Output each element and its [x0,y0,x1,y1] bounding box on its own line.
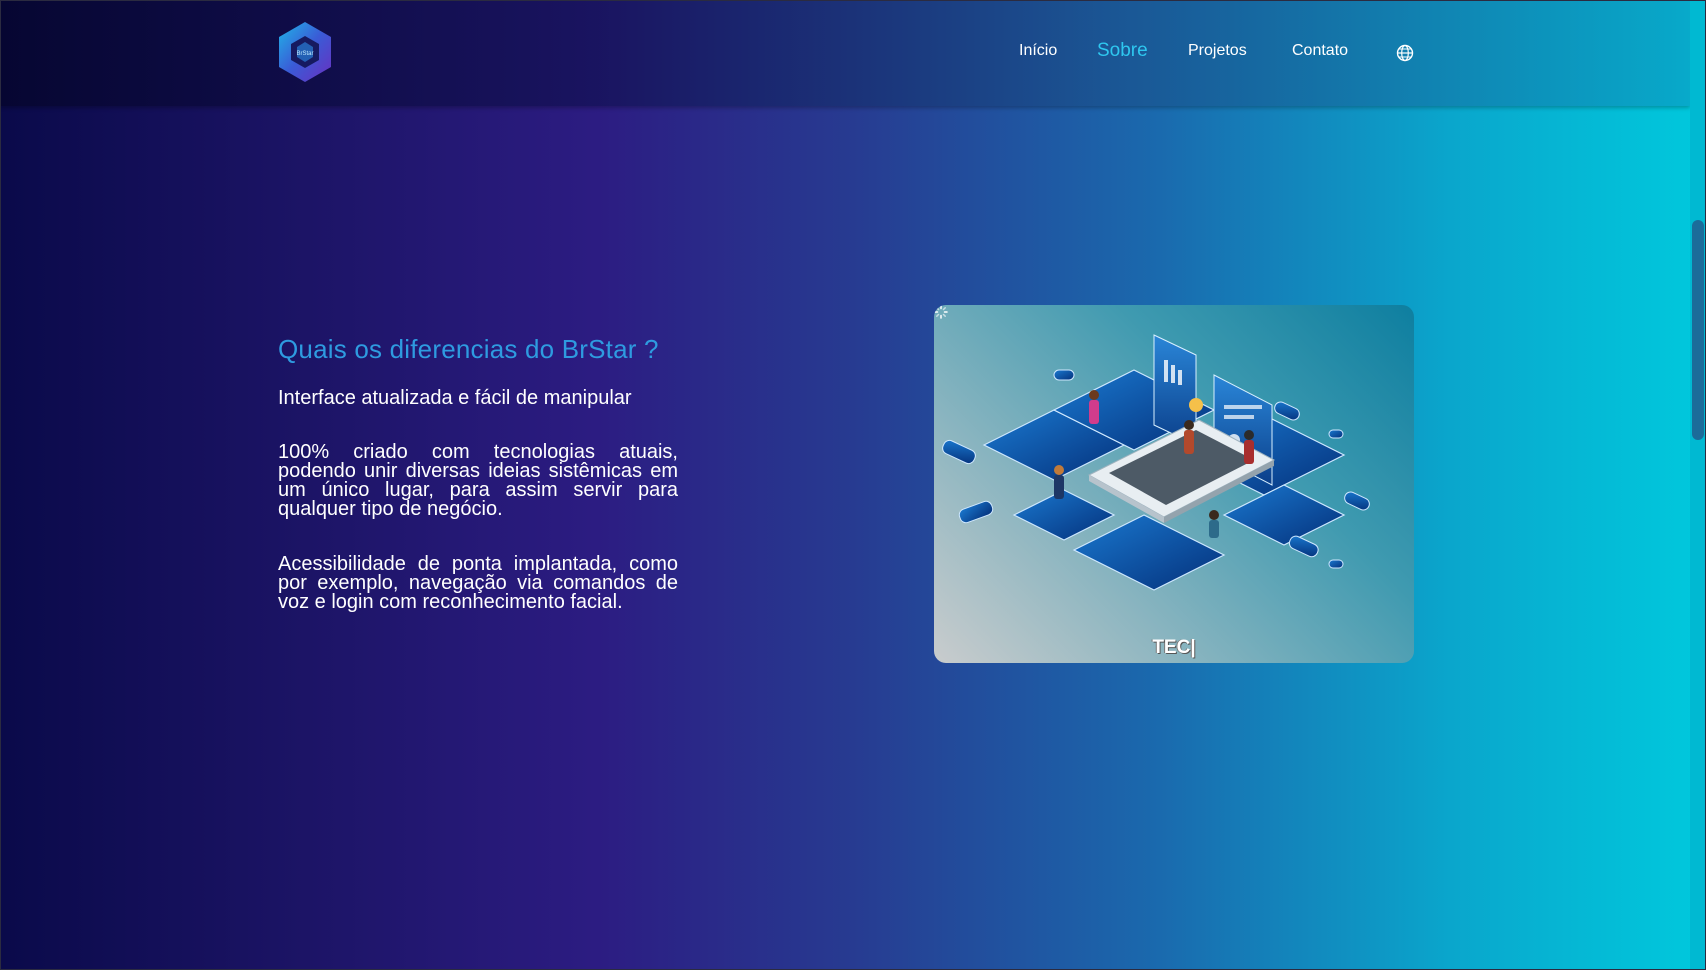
spinner-icon [934,305,948,319]
isometric-laptop-illustration [942,334,1370,591]
scrollbar-thumb[interactable] [1692,220,1704,440]
nav-contato[interactable]: Contato [1292,42,1348,60]
tech-illustration: TEC| [934,305,1414,663]
globe-icon[interactable] [1396,44,1414,62]
main-nav: Início Sobre Projetos Contato [0,0,1690,106]
nav-projetos[interactable]: Projetos [1188,42,1247,60]
scrollbar-track[interactable] [1690,0,1706,970]
section-title: Quais os diferencias do BrStar ? [278,334,659,364]
site-header: BrStar Início Sobre Projetos Contato [0,0,1690,106]
feature-paragraph-accessibility: Acessibilidade de ponta implantada, como… [278,553,678,613]
nav-inicio[interactable]: Início [1019,42,1057,60]
feature-paragraph-technology: 100% criado com tecnologias atuais, pode… [278,441,678,520]
window-frame [0,0,1706,970]
illustration-caption: TEC| [1152,637,1196,658]
nav-sobre[interactable]: Sobre [1097,40,1148,62]
feature-paragraph-interface: Interface atualizada e fácil de manipula… [278,387,632,409]
